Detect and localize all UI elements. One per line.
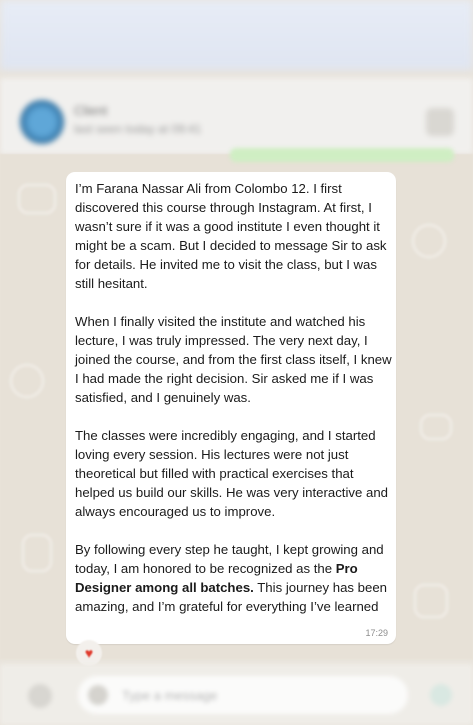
doodle-icon	[18, 184, 56, 214]
app-background: Client last seen today at 09:41 I’m Fara…	[0, 0, 473, 725]
doodle-icon	[10, 364, 44, 398]
message-input[interactable]: Type a message	[78, 676, 408, 714]
mic-icon[interactable]	[430, 684, 452, 706]
doodle-icon	[412, 224, 446, 258]
heart-icon[interactable]: ♥	[76, 640, 102, 666]
message-paragraph-last: By following every step he taught, I kep…	[75, 540, 393, 616]
message-input-placeholder: Type a message	[122, 688, 218, 703]
previous-message-edge	[230, 148, 454, 162]
doodle-icon	[22, 534, 52, 572]
message-text: I’m Farana Nassar Ali from Colombo 12. I…	[75, 179, 393, 616]
message-time: 17:29	[365, 628, 388, 638]
message-paragraph: I’m Farana Nassar Ali from Colombo 12. I…	[75, 181, 387, 291]
message-bubble[interactable]: I’m Farana Nassar Ali from Colombo 12. I…	[66, 172, 396, 644]
chat-header[interactable]: Client last seen today at 09:41	[0, 78, 473, 154]
doodle-icon	[414, 584, 448, 618]
message-composer: Type a message	[0, 664, 473, 725]
doodle-icon	[420, 414, 452, 440]
emoji-icon[interactable]	[28, 684, 52, 708]
message-paragraph: The classes were incredibly engaging, an…	[75, 428, 388, 519]
menu-icon[interactable]	[426, 108, 454, 136]
contact-name: Client	[74, 103, 108, 118]
contact-status: last seen today at 09:41	[74, 122, 202, 136]
browser-top-bar	[0, 0, 473, 70]
message-paragraph: When I finally visited the institute and…	[75, 314, 392, 405]
avatar[interactable]	[20, 100, 64, 144]
reaction-glyph: ♥	[84, 645, 94, 661]
attach-icon[interactable]	[88, 685, 108, 705]
